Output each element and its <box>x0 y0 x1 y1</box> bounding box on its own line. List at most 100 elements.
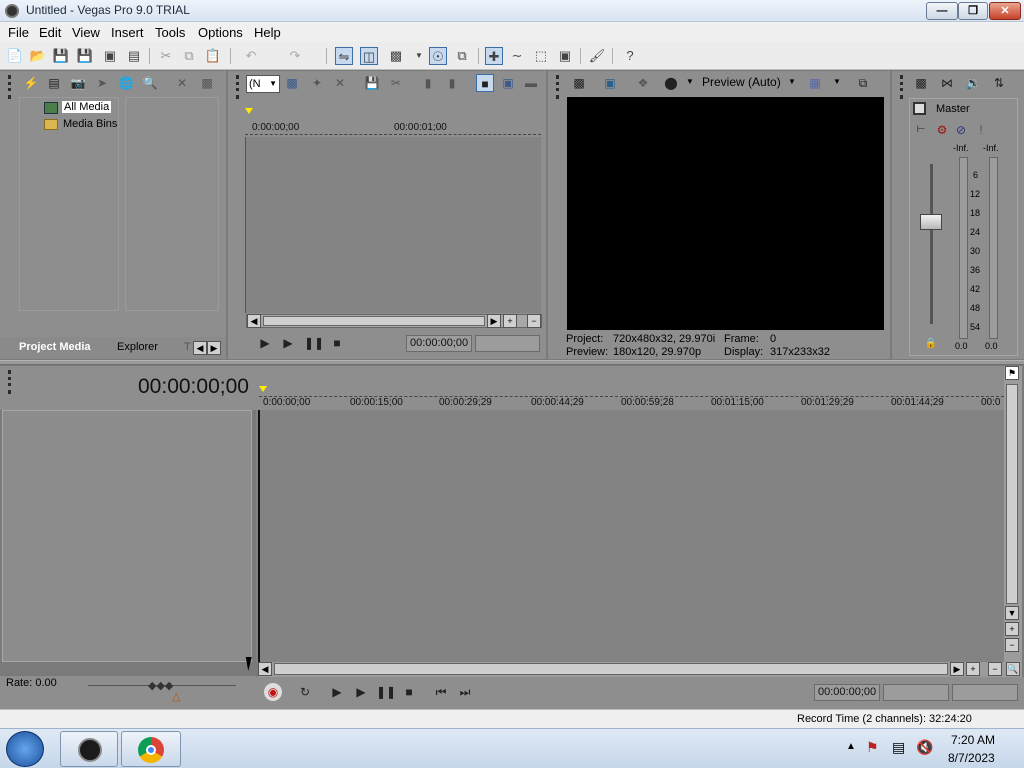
trimmer-pause-icon[interactable]: ❚❚ <box>304 334 324 352</box>
timeline-hscroll[interactable]: ◀ ▶ + − 🔍 <box>258 662 1022 677</box>
trimmer-play-icon[interactable]: ▶ <box>279 334 297 352</box>
scroll-down-icon[interactable]: ▼ <box>1005 606 1019 620</box>
zoom-out-time-icon[interactable]: − <box>988 662 1002 676</box>
menu-tools[interactable]: Tools <box>155 25 185 40</box>
menu-file[interactable]: File <box>8 25 29 40</box>
pause-icon[interactable]: ❚❚ <box>376 683 396 701</box>
minimize-button[interactable]: — <box>926 2 958 20</box>
tree-all-media[interactable]: All Media <box>62 101 112 113</box>
open-icon[interactable]: 📂 <box>29 47 47 65</box>
scroll-thumb[interactable] <box>263 316 485 326</box>
get-photo-icon[interactable]: 📷 <box>69 74 87 92</box>
panel-grip[interactable] <box>8 75 11 99</box>
mixer-downmix-icon[interactable]: ⋈ <box>938 74 956 92</box>
properties-icon[interactable]: ▤ <box>125 47 143 65</box>
redo-icon[interactable]: ↷ <box>286 47 304 65</box>
menu-options[interactable]: Options <box>198 25 243 40</box>
menu-insert[interactable]: Insert <box>111 25 144 40</box>
close-button[interactable]: ✕ <box>989 2 1021 20</box>
zoom-tool-icon[interactable]: ▣ <box>556 47 574 65</box>
go-to-start-icon[interactable]: ⏮ <box>432 683 450 701</box>
cut-icon[interactable]: ✂ <box>157 47 175 65</box>
rate-slider-thumb-icon[interactable]: ◆◆◆ <box>148 679 173 692</box>
go-to-end-icon[interactable]: ⏭ <box>456 683 474 701</box>
zoom-in-track-icon[interactable]: + <box>1005 622 1019 636</box>
tab-scroll-left-icon[interactable]: ◀ <box>193 341 207 355</box>
overlays-dropdown-icon[interactable]: ▼ <box>833 77 841 86</box>
video-fx-icon[interactable]: ⬤ <box>662 74 680 92</box>
copy-icon[interactable]: ⧉ <box>180 47 198 65</box>
menu-edit[interactable]: Edit <box>39 25 61 40</box>
search-media-icon[interactable]: 🔍 <box>141 74 159 92</box>
loop-playback-icon[interactable]: ↻ <box>296 683 314 701</box>
trimmer-wand-icon[interactable]: ✦ <box>308 74 326 92</box>
panel-grip[interactable] <box>900 75 903 99</box>
zoom-in-time-icon[interactable]: + <box>966 662 980 676</box>
normal-edit-tool-icon[interactable]: ✚ <box>485 47 503 65</box>
clock-date[interactable]: 8/7/2023 <box>948 751 995 765</box>
add-to-timeline-end-icon[interactable]: ▮ <box>443 74 461 92</box>
auto-crossfade-icon[interactable]: ◫ <box>360 47 378 65</box>
tab-project-media[interactable]: Project Media <box>19 341 91 353</box>
stop-icon[interactable]: ■ <box>400 683 418 701</box>
master-fx-icon[interactable]: ⚙ <box>933 121 951 139</box>
ignore-grouping-icon[interactable]: ⧉ <box>453 47 471 65</box>
preview-properties-icon[interactable]: ▩ <box>570 74 588 92</box>
action-center-icon[interactable]: ⚑ <box>866 739 879 756</box>
fader-lock-icon[interactable]: 🔒 <box>922 335 940 353</box>
record-icon[interactable]: ◉ <box>264 683 282 701</box>
play-from-start-icon[interactable]: ▶ <box>328 683 346 701</box>
tab-scroll-right-icon[interactable]: ▶ <box>207 341 221 355</box>
tree-media-bins[interactable]: Media Bins <box>63 118 117 130</box>
trimmer-area[interactable] <box>245 137 541 313</box>
save-as-icon[interactable]: 💾 <box>76 47 94 65</box>
trimmer-save-icon[interactable]: 💾 <box>363 74 381 92</box>
whats-this-help-icon[interactable]: ? <box>621 47 639 65</box>
tab-more[interactable]: T <box>184 341 191 353</box>
import-media-icon[interactable]: ⚡ <box>22 74 40 92</box>
trimmer-properties-icon[interactable]: ▩ <box>283 74 301 92</box>
trimmer-stop-icon[interactable]: ■ <box>328 334 346 352</box>
scroll-right-icon[interactable]: ▶ <box>487 314 501 328</box>
add-to-timeline-start-icon[interactable]: ▮ <box>419 74 437 92</box>
master-fader-handle[interactable] <box>920 214 942 230</box>
master-solo-icon[interactable]: ! <box>972 121 990 139</box>
ripple-edit-icon[interactable]: ▩ <box>387 47 405 65</box>
brush-icon[interactable]: 🖌 <box>588 47 606 65</box>
paste-icon[interactable]: 📋 <box>204 47 222 65</box>
mixer-insert-bus-icon[interactable]: ▩ <box>912 74 930 92</box>
zoom-in-icon[interactable]: + <box>503 314 517 328</box>
taskbar-chrome[interactable] <box>121 731 181 767</box>
overlays-grid-icon[interactable]: ▦ <box>806 74 824 92</box>
scroll-right-icon[interactable]: ▶ <box>950 662 964 676</box>
external-monitor-icon[interactable]: ▣ <box>601 74 619 92</box>
taskbar-vegas[interactable] <box>60 731 118 767</box>
undo-icon[interactable]: ↶ <box>242 47 260 65</box>
tab-explorer[interactable]: Explorer <box>117 341 158 353</box>
trimmer-clear-icon[interactable]: ✕ <box>331 74 349 92</box>
trimmer-scrollbar[interactable]: ◀ ▶ + − <box>246 314 542 328</box>
selection-tool-icon[interactable]: ⬚ <box>532 47 550 65</box>
render-icon[interactable]: ▣ <box>101 47 119 65</box>
master-fx-chain-icon[interactable]: ⊢ <box>912 121 930 139</box>
show-video-icon[interactable]: ■ <box>476 74 494 92</box>
scroll-left-icon[interactable]: ◀ <box>247 314 261 328</box>
track-marker-icon[interactable]: ⚑ <box>1005 366 1019 380</box>
remove-icon[interactable]: ✕ <box>173 74 191 92</box>
zoom-out-track-icon[interactable]: − <box>1005 638 1019 652</box>
zoom-out-icon[interactable]: − <box>527 314 541 328</box>
scroll-left-icon[interactable]: ◀ <box>258 662 272 676</box>
copy-snapshot-icon[interactable]: ⧉ <box>854 74 872 92</box>
timeline-vscroll[interactable]: ⚑ ▼ + − <box>1004 366 1022 662</box>
panel-grip[interactable] <box>8 370 11 394</box>
new-icon[interactable]: 📄 <box>6 47 24 65</box>
lock-envelopes-icon[interactable]: ☉ <box>429 47 447 65</box>
menu-help[interactable]: Help <box>254 25 281 40</box>
panel-grip[interactable] <box>236 75 239 99</box>
fx-dropdown-icon[interactable]: ▼ <box>686 77 694 86</box>
mixer-dim-icon[interactable]: 🔉 <box>964 74 982 92</box>
volume-muted-icon[interactable]: 🔇 <box>916 739 933 756</box>
capture-video-icon[interactable]: ▤ <box>45 74 63 92</box>
trimmer-select[interactable]: (N ▼ <box>246 75 280 93</box>
trimmer-cut-icon[interactable]: ✂ <box>387 74 405 92</box>
